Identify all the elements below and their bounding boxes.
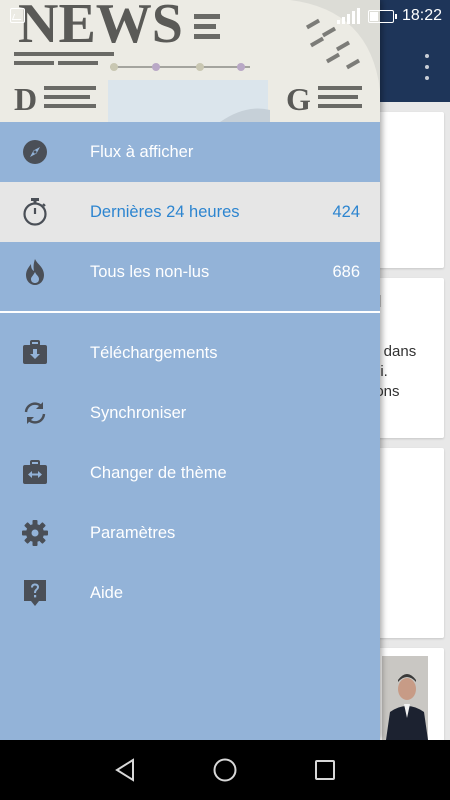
home-icon[interactable]: [211, 756, 239, 784]
drawer-item-label: Tous les non-lus: [90, 263, 210, 281]
battery-icon: [367, 9, 397, 23]
article-thumbnail: [382, 656, 428, 740]
flame-icon: [20, 258, 50, 286]
article-card[interactable]: [372, 112, 444, 268]
gear-icon: [20, 519, 50, 547]
drawer-item-label: Aide: [90, 584, 124, 602]
drawer-item-label: Synchroniser: [90, 404, 187, 422]
article-card[interactable]: il c dans di. ions: [372, 278, 444, 438]
drawer-item-downloads[interactable]: Téléchargements: [0, 323, 380, 383]
download-box-icon: [20, 339, 50, 367]
back-icon[interactable]: [111, 756, 139, 784]
header-letter-left: D: [14, 81, 37, 117]
drawer-item-sync[interactable]: Synchroniser: [0, 383, 380, 443]
drawer-item-last-24h[interactable]: Dernières 24 heures 424: [0, 182, 380, 242]
recents-icon[interactable]: [311, 756, 339, 784]
overflow-menu-icon[interactable]: [422, 54, 432, 80]
status-bar: 18:22: [0, 0, 450, 32]
drawer-item-settings[interactable]: Paramètres: [0, 503, 380, 563]
signal-icon: [336, 8, 360, 24]
drawer-item-label: Paramètres: [90, 524, 176, 542]
drawer-item-help[interactable]: Aide: [0, 563, 380, 623]
drawer-item-all-unread[interactable]: Tous les non-lus 686: [0, 242, 380, 302]
drawer-item-label: Téléchargements: [90, 344, 218, 362]
header-letter-right: G: [286, 81, 311, 117]
stopwatch-icon: [20, 198, 50, 226]
drawer-divider: [0, 311, 380, 313]
article-card[interactable]: [372, 448, 444, 638]
drawer-item-theme[interactable]: Changer de thème: [0, 443, 380, 503]
drawer-item-count: 686: [332, 263, 360, 281]
drawer-item-count: 424: [332, 203, 360, 221]
drawer-item-label: Flux à afficher: [90, 143, 194, 161]
status-clock: 18:22: [401, 7, 442, 24]
screenshot-notification-icon: [10, 8, 25, 23]
drawer-item-label: Dernières 24 heures: [90, 203, 240, 221]
drawer-item-flux[interactable]: Flux à afficher: [0, 122, 380, 182]
theme-switch-icon: [20, 459, 50, 487]
sync-icon: [20, 399, 50, 427]
navigation-drawer: NEWS D G Flux à afficher Dernières 24 he…: [0, 0, 380, 740]
system-navigation-bar: [0, 740, 450, 800]
status-right-group: 18:22: [336, 5, 442, 27]
drawer-item-label: Changer de thème: [90, 464, 227, 482]
compass-icon: [20, 138, 50, 166]
help-icon: [20, 579, 50, 607]
